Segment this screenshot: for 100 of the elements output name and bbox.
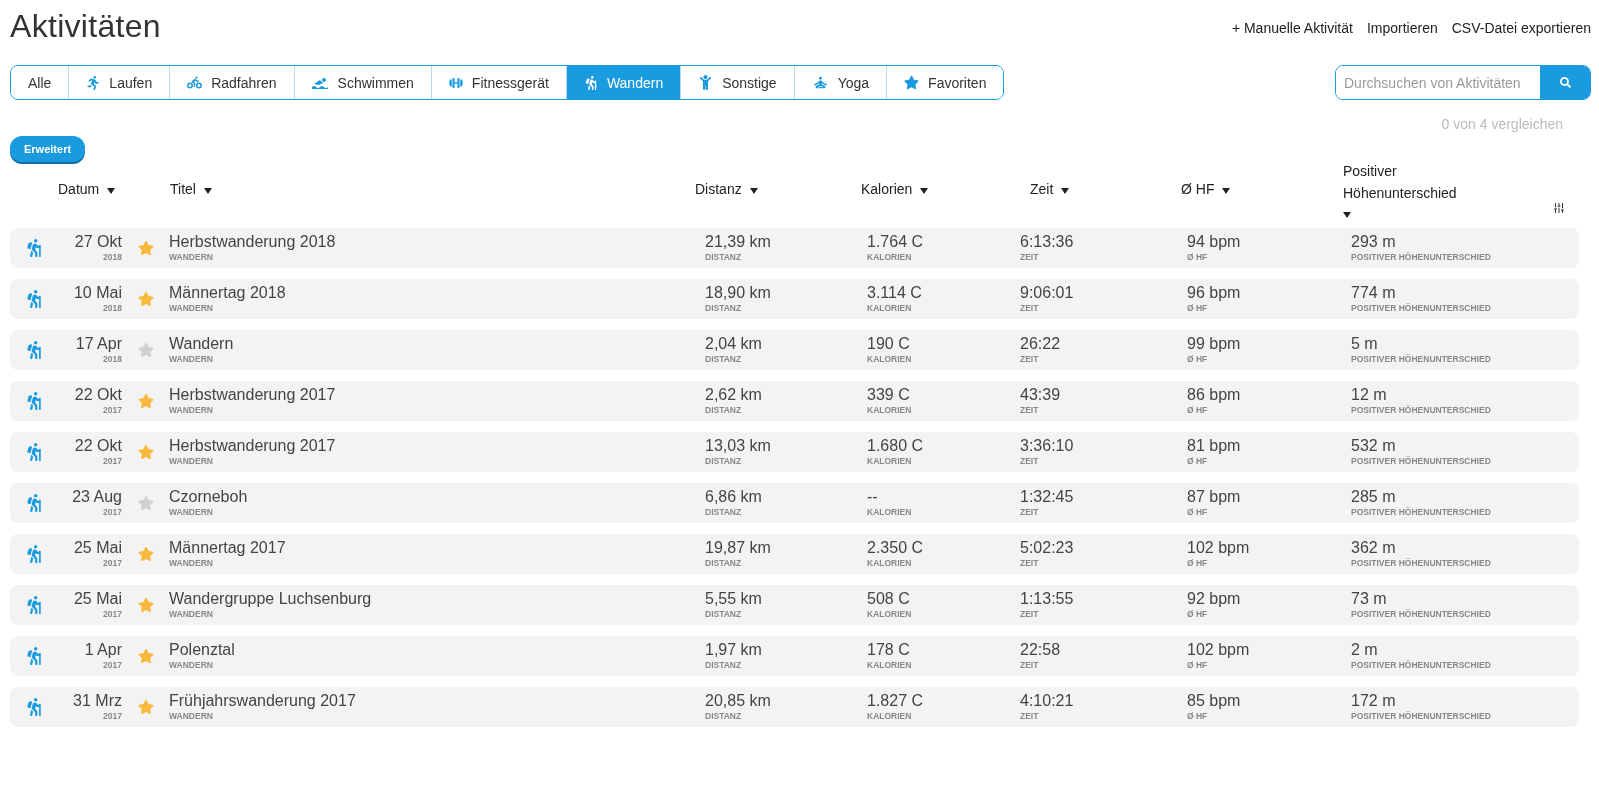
header-link[interactable]: Importieren	[1366, 20, 1438, 36]
metric-label: POSITIVER HÖHENUNTERSCHIED	[1351, 404, 1491, 416]
metric-value: 5:02:23	[1020, 539, 1074, 557]
activity-type: WANDERN	[169, 710, 213, 722]
activity-row[interactable]: 25 Mai 2017 Wandergruppe Luchsenburg WANDERN 5,55 km DISTANZ 508 C KALORIEN 1:13:55 ZEIT 92 bpm Ø HF 73 m POSITIVER HÖHENUNTERSCHIED	[10, 585, 1579, 625]
activity-title[interactable]: Männertag 2018	[169, 284, 286, 302]
favorite-star-icon[interactable]	[137, 699, 154, 715]
activity-row[interactable]: 22 Okt 2017 Herbstwanderung 2017 WANDERN 2,62 km DISTANZ 339 C KALORIEN 43:39 ZEIT 86 bpm Ø HF 12 m POSITIVER HÖHENUNTERSCHIED	[10, 381, 1579, 421]
metric-value: 92 bpm	[1187, 590, 1241, 608]
favorite-star-icon[interactable]	[137, 393, 154, 409]
activity-date: 22 Okt	[74, 437, 122, 455]
metric-value: 19,87 km	[705, 539, 771, 557]
favorite-star-icon[interactable]	[137, 546, 154, 562]
favorite-star-icon[interactable]	[137, 240, 154, 256]
metric-value: 102 bpm	[1187, 641, 1250, 659]
activity-type: WANDERN	[169, 404, 213, 416]
activity-year: 2017	[103, 659, 122, 671]
metric-label: ZEIT	[1020, 506, 1039, 518]
activity-row[interactable]: 22 Okt 2017 Herbstwanderung 2017 WANDERN 13,03 km DISTANZ 1.680 C KALORIEN 3:36:10 ZEIT 81 bpm Ø HF 532 m POSITIVER HÖHENUNTERSCHIED	[10, 432, 1579, 472]
metric-value: 2 m	[1351, 641, 1378, 659]
search-button[interactable]	[1540, 66, 1590, 99]
favorite-star-icon[interactable]	[137, 648, 154, 664]
activity-row[interactable]: 1 Apr 2017 Polenztal WANDERN 1,97 km DISTANZ 178 C KALORIEN 22:58 ZEIT 102 bpm Ø HF 2 m POSITIVER HÖHENUNTERSCHIED	[10, 636, 1579, 676]
column-header[interactable]: Kalorien	[856, 178, 1020, 200]
search-field[interactable]: Durchsuchen von Aktivitäten	[1335, 65, 1591, 100]
favorite-star-icon[interactable]	[137, 495, 154, 511]
activity-row[interactable]: 31 Mrz 2017 Frühjahrswanderung 2017 WANDERN 20,85 km DISTANZ 1.827 C KALORIEN 4:10:21 ZEIT 85 bpm Ø HF 172 m POSITIVER HÖHENUNTERSCHIED	[10, 687, 1579, 727]
sort-caret-icon	[203, 188, 212, 194]
metric-value: 81 bpm	[1187, 437, 1241, 455]
metric-value: 2,62 km	[705, 386, 762, 404]
bicycle-icon	[187, 75, 203, 90]
activity-row[interactable]: 25 Mai 2017 Männertag 2017 WANDERN 19,87 km DISTANZ 2.350 C KALORIEN 5:02:23 ZEIT 102 bpm Ø HF 362 m POSITIVER HÖHENUNTERSCHIED	[10, 534, 1579, 574]
activity-year: 2017	[103, 710, 122, 722]
metric-value: 26:22	[1020, 335, 1061, 353]
column-header[interactable]: Titel	[169, 178, 695, 200]
metric-label: ZEIT	[1020, 557, 1039, 569]
column-header[interactable]: Distanz	[695, 178, 856, 200]
activity-type: WANDERN	[169, 506, 213, 518]
metric-value: 508 C	[867, 590, 910, 608]
activity-title[interactable]: Czorneboh	[169, 488, 248, 506]
activity-type: WANDERN	[169, 302, 213, 314]
metric-value: 96 bpm	[1187, 284, 1241, 302]
activity-row[interactable]: 17 Apr 2018 Wandern WANDERN 2,04 km DISTANZ 190 C KALORIEN 26:22 ZEIT 99 bpm Ø HF 5 m POSITIVER HÖHENUNTERSCHIED	[10, 330, 1579, 370]
metric-label: KALORIEN	[867, 404, 912, 416]
activity-title[interactable]: Herbstwanderung 2018	[169, 233, 336, 251]
metric-value: 94 bpm	[1187, 233, 1241, 251]
favorite-star-icon[interactable]	[137, 597, 154, 613]
column-header[interactable]: Datum	[58, 178, 122, 200]
activity-type: WANDERN	[169, 608, 213, 620]
activity-date: 17 Apr	[75, 335, 122, 353]
activity-title[interactable]: Herbstwanderung 2017	[169, 386, 336, 404]
metric-value: 774 m	[1351, 284, 1396, 302]
activity-date: 31 Mrz	[73, 692, 122, 710]
sort-caret-icon	[107, 188, 116, 194]
metric-label: DISTANZ	[705, 302, 742, 314]
metric-label: DISTANZ	[705, 557, 742, 569]
metric-label: Ø HF	[1187, 557, 1208, 569]
metric-label: DISTANZ	[705, 710, 742, 722]
activity-type: WANDERN	[169, 353, 213, 365]
activity-title[interactable]: Männertag 2017	[169, 539, 286, 557]
metric-value: 22:58	[1020, 641, 1061, 659]
yoga-icon	[811, 74, 829, 91]
column-header[interactable]: Positiver Höhenunterschied	[1343, 160, 1493, 224]
metric-label: KALORIEN	[867, 506, 912, 518]
swimmer-icon	[311, 76, 329, 89]
column-settings-icon[interactable]	[1553, 202, 1565, 214]
activity-row[interactable]: 27 Okt 2018 Herbstwanderung 2018 WANDERN 21,39 km DISTANZ 1.764 C KALORIEN 6:13:36 ZEIT 94 bpm Ø HF 293 m POSITIVER HÖHENUNTERSCHIED	[10, 228, 1579, 268]
hiker-icon	[25, 494, 43, 512]
metric-value: 1:32:45	[1020, 488, 1074, 506]
hiker-icon	[583, 75, 598, 90]
metric-label: KALORIEN	[867, 455, 912, 467]
metric-value: 12 m	[1351, 386, 1387, 404]
metric-label: KALORIEN	[867, 302, 912, 314]
activity-title[interactable]: Wandern	[169, 335, 234, 353]
favorite-star-icon[interactable]	[137, 342, 154, 358]
activity-date: 27 Okt	[74, 233, 122, 251]
favorite-star-icon[interactable]	[137, 291, 154, 307]
metric-label: ZEIT	[1020, 353, 1039, 365]
activity-title[interactable]: Frühjahrswanderung 2017	[169, 692, 356, 710]
activity-date: 25 Mai	[73, 539, 122, 557]
metric-label: DISTANZ	[705, 506, 742, 518]
activity-title[interactable]: Polenztal	[169, 641, 235, 659]
activity-row[interactable]: 10 Mai 2018 Männertag 2018 WANDERN 18,90 km DISTANZ 3.114 C KALORIEN 9:06:01 ZEIT 96 bpm Ø HF 774 m POSITIVER HÖHENUNTERSCHIED	[10, 279, 1579, 319]
activity-title[interactable]: Wandergruppe Luchsenburg	[169, 590, 372, 608]
metric-label: Ø HF	[1187, 506, 1208, 518]
metric-value: 87 bpm	[1187, 488, 1241, 506]
metric-label: DISTANZ	[705, 353, 742, 365]
favorite-star-icon[interactable]	[137, 444, 154, 460]
metric-label: DISTANZ	[705, 608, 742, 620]
column-header[interactable]: Ø HF	[1181, 178, 1343, 200]
activity-row[interactable]: 23 Aug 2017 Czorneboh WANDERN 6,86 km DISTANZ -- KALORIEN 1:32:45 ZEIT 87 bpm Ø HF 285 m POSITIVER HÖHENUNTERSCHIED	[10, 483, 1579, 523]
metric-value: 13,03 km	[705, 437, 771, 455]
activity-title[interactable]: Herbstwanderung 2017	[169, 437, 336, 455]
header-link[interactable]: CSV-Datei exportieren	[1451, 20, 1591, 36]
activity-tab[interactable]: Favoriten	[886, 66, 1004, 99]
column-header[interactable]: Zeit	[1020, 178, 1181, 200]
hiker-icon	[25, 698, 43, 716]
header-link[interactable]: + Manuelle Aktivität	[1231, 20, 1353, 36]
metric-value: 2,04 km	[705, 335, 762, 353]
metric-value: 21,39 km	[705, 233, 771, 251]
